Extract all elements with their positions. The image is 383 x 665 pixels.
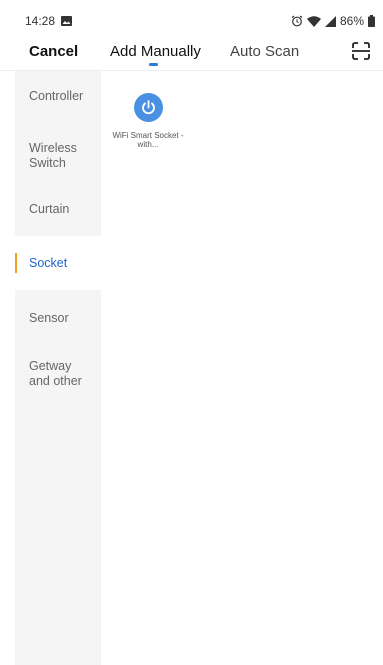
sidebar-item-label: Sensor <box>29 311 69 325</box>
device-label: WiFi Smart Socket - with... <box>112 131 184 149</box>
device-icon <box>134 93 163 122</box>
tab-active-indicator <box>149 63 158 66</box>
image-notification-icon <box>61 16 73 26</box>
sidebar-item-label: Curtain <box>29 202 70 216</box>
sidebar-item-controller[interactable]: Controller <box>15 89 101 109</box>
sidebar-item-label: Wireless Switch <box>29 141 77 170</box>
sidebar-item-label: Socket <box>29 256 68 270</box>
sidebar-item-label: Getway and other <box>29 359 82 388</box>
sidebar-item-curtain[interactable]: Curtain <box>15 202 101 222</box>
top-bar: Cancel Add Manually Auto Scan <box>0 36 383 70</box>
scan-frame-icon <box>352 42 370 60</box>
tab-auto-scan[interactable]: Auto Scan <box>230 43 299 60</box>
cancel-button[interactable]: Cancel <box>29 43 78 60</box>
status-time: 14:28 <box>25 14 56 28</box>
tab-add-manually[interactable]: Add Manually <box>110 43 201 60</box>
battery-icon <box>368 15 375 27</box>
sidebar-item-wireless-switch[interactable]: Wireless Switch <box>15 141 89 171</box>
scan-button[interactable] <box>351 41 371 61</box>
signal-icon <box>324 15 336 27</box>
category-sidebar: Controller Wireless Switch Curtain Socke… <box>15 71 101 665</box>
wifi-icon <box>306 15 321 27</box>
sidebar-item-sensor[interactable]: Sensor <box>15 311 101 331</box>
status-bar: 14:28 86% <box>0 0 383 36</box>
sidebar-item-label: Controller <box>29 89 84 103</box>
device-list: WiFi Smart Socket - with... <box>101 71 383 665</box>
power-icon <box>142 100 155 115</box>
status-right: 86% <box>291 14 375 28</box>
selected-indicator <box>15 253 17 273</box>
battery-percent: 86% <box>339 14 364 28</box>
sidebar-item-getway-and-other[interactable]: Getway and other <box>15 359 85 389</box>
alarm-icon <box>291 15 303 27</box>
status-left: 14:28 <box>25 14 73 28</box>
sidebar-item-socket[interactable]: Socket <box>15 236 101 290</box>
